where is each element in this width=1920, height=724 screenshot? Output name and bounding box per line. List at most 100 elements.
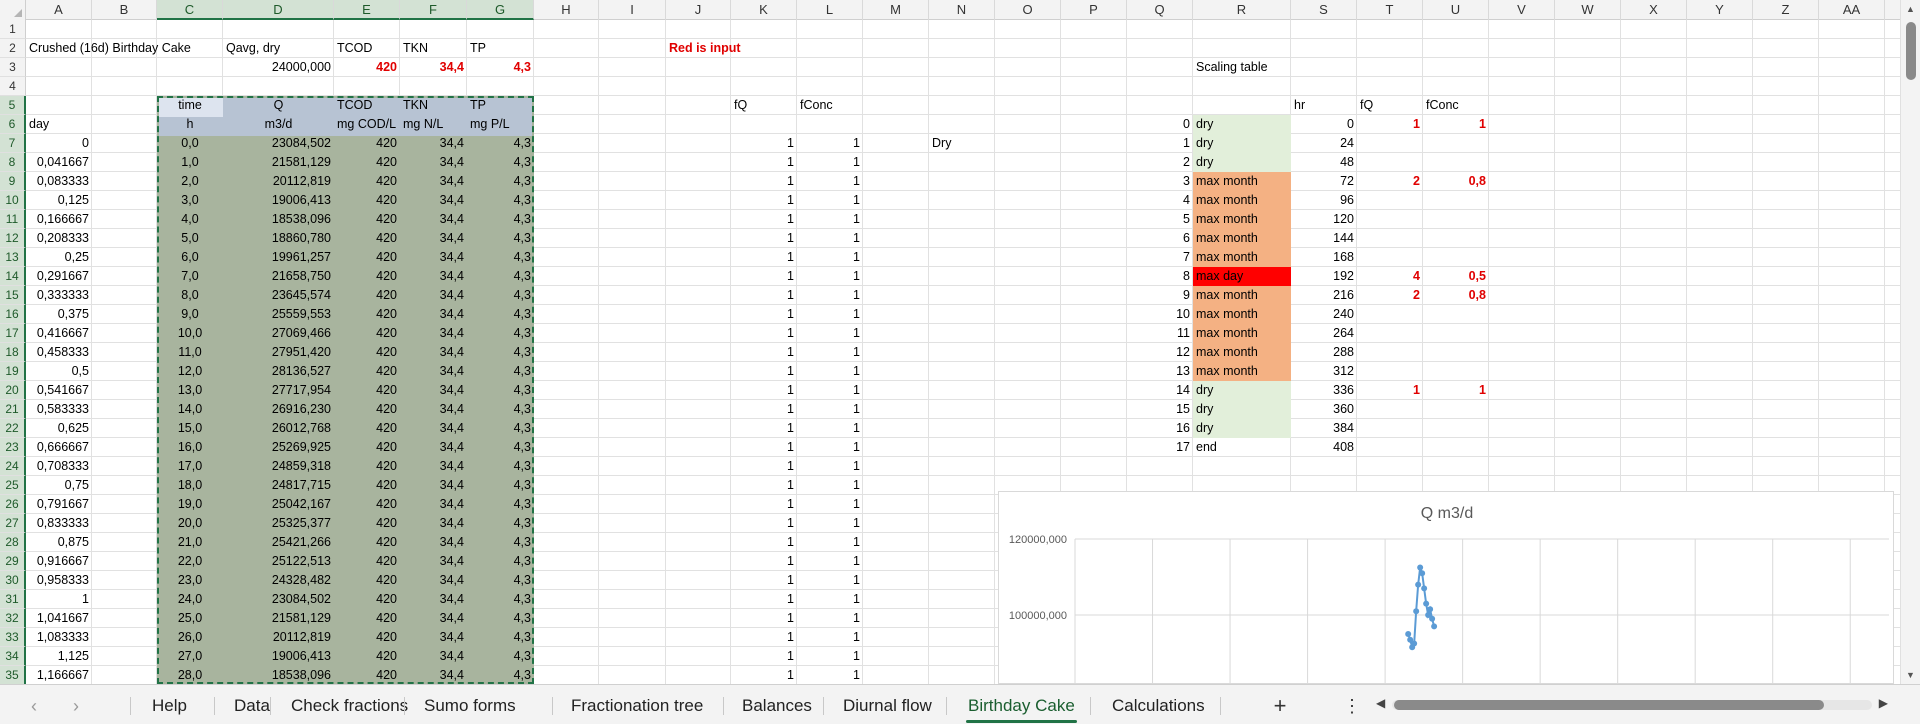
cell-qavg-value[interactable]: 24000,000 bbox=[223, 58, 334, 77]
cell-fconc-14[interactable]: 1 bbox=[797, 267, 863, 286]
column-header-y[interactable]: Y bbox=[1687, 0, 1753, 20]
tab-check-fractions[interactable]: Check fractions bbox=[289, 693, 410, 719]
cell-day-14[interactable]: 0,291667 bbox=[26, 267, 92, 286]
row-header-17[interactable]: 17 bbox=[0, 324, 26, 343]
scaling-index-14[interactable]: 14 bbox=[1127, 381, 1193, 400]
column-header-z[interactable]: Z bbox=[1753, 0, 1819, 20]
scaling-fconc-14[interactable]: 1 bbox=[1423, 381, 1489, 400]
cell-q-16[interactable]: 25559,553 bbox=[223, 305, 334, 324]
row-header-26[interactable]: 26 bbox=[0, 495, 26, 514]
cell-q-10[interactable]: 19006,413 bbox=[223, 191, 334, 210]
cell-tkn-16[interactable]: 34,4 bbox=[400, 305, 467, 324]
cell-day-32[interactable]: 1,041667 bbox=[26, 609, 92, 628]
cell-tkn-value[interactable]: 34,4 bbox=[400, 58, 467, 77]
cell-tcod-28[interactable]: 420 bbox=[334, 533, 400, 552]
cell-fq-16[interactable]: 1 bbox=[731, 305, 797, 324]
cell-fq-22[interactable]: 1 bbox=[731, 419, 797, 438]
cell-time-30[interactable]: 23,0 bbox=[157, 571, 223, 590]
scroll-down-icon[interactable]: ▼ bbox=[1906, 670, 1915, 680]
scaling-period-17[interactable]: end bbox=[1193, 438, 1291, 457]
column-header-n[interactable]: N bbox=[929, 0, 995, 20]
cell-tcod-7[interactable]: 420 bbox=[334, 134, 400, 153]
scaling-hr-16[interactable]: 384 bbox=[1291, 419, 1357, 438]
cell-tcod-24[interactable]: 420 bbox=[334, 457, 400, 476]
cell-day-12[interactable]: 0,208333 bbox=[26, 229, 92, 248]
cell-fq-19[interactable]: 1 bbox=[731, 362, 797, 381]
cell-tkn-26[interactable]: 34,4 bbox=[400, 495, 467, 514]
cell-day-23[interactable]: 0,666667 bbox=[26, 438, 92, 457]
cell-tp-9[interactable]: 4,3 bbox=[467, 172, 534, 191]
cell-q-21[interactable]: 26916,230 bbox=[223, 400, 334, 419]
cell-day-19[interactable]: 0,5 bbox=[26, 362, 92, 381]
cell-fq-21[interactable]: 1 bbox=[731, 400, 797, 419]
cell-fq-7[interactable]: 1 bbox=[731, 134, 797, 153]
column-header-m[interactable]: M bbox=[863, 0, 929, 20]
column-header-w[interactable]: W bbox=[1555, 0, 1621, 20]
cell-day-15[interactable]: 0,333333 bbox=[26, 286, 92, 305]
scaling-fq-9[interactable]: 2 bbox=[1357, 286, 1423, 305]
scaling-fq-3[interactable]: 2 bbox=[1357, 172, 1423, 191]
row-header-32[interactable]: 32 bbox=[0, 609, 26, 628]
cell-fq-17[interactable]: 1 bbox=[731, 324, 797, 343]
cell-tp-27[interactable]: 4,3 bbox=[467, 514, 534, 533]
scaling-hr-15[interactable]: 360 bbox=[1291, 400, 1357, 419]
cell-fconc-12[interactable]: 1 bbox=[797, 229, 863, 248]
cell-time-27[interactable]: 20,0 bbox=[157, 514, 223, 533]
cell-tp-25[interactable]: 4,3 bbox=[467, 476, 534, 495]
cell-q-29[interactable]: 25122,513 bbox=[223, 552, 334, 571]
cell-q-15[interactable]: 23645,574 bbox=[223, 286, 334, 305]
row-header-2[interactable]: 2 bbox=[0, 39, 26, 58]
cell-tp-value[interactable]: 4,3 bbox=[467, 58, 534, 77]
cell-fq-31[interactable]: 1 bbox=[731, 590, 797, 609]
cell-tp-30[interactable]: 4,3 bbox=[467, 571, 534, 590]
cell-tkn-21[interactable]: 34,4 bbox=[400, 400, 467, 419]
column-header-g[interactable]: G bbox=[467, 0, 534, 20]
cell-tp-18[interactable]: 4,3 bbox=[467, 343, 534, 362]
cell-tcod-31[interactable]: 420 bbox=[334, 590, 400, 609]
row-header-14[interactable]: 14 bbox=[0, 267, 26, 286]
cell-q-9[interactable]: 20112,819 bbox=[223, 172, 334, 191]
cell-tcod-11[interactable]: 420 bbox=[334, 210, 400, 229]
cell-q-19[interactable]: 28136,527 bbox=[223, 362, 334, 381]
cell-tkn-28[interactable]: 34,4 bbox=[400, 533, 467, 552]
cell-q-35[interactable]: 18538,096 bbox=[223, 666, 334, 684]
cell-tkn-30[interactable]: 34,4 bbox=[400, 571, 467, 590]
cell-scaling-hr-label[interactable]: hr bbox=[1291, 96, 1357, 115]
scaling-fconc-9[interactable]: 0,8 bbox=[1423, 286, 1489, 305]
cell-tcod-30[interactable]: 420 bbox=[334, 571, 400, 590]
horizontal-scroll-thumb[interactable] bbox=[1394, 700, 1824, 710]
tab-diurnal-flow[interactable]: Diurnal flow bbox=[841, 693, 934, 719]
cell-fq-8[interactable]: 1 bbox=[731, 153, 797, 172]
scaling-index-7[interactable]: 7 bbox=[1127, 248, 1193, 267]
chevron-right-icon[interactable]: › bbox=[64, 693, 88, 719]
row-header-19[interactable]: 19 bbox=[0, 362, 26, 381]
cell-tp-24[interactable]: 4,3 bbox=[467, 457, 534, 476]
cell-tp-28[interactable]: 4,3 bbox=[467, 533, 534, 552]
scaling-hr-14[interactable]: 336 bbox=[1291, 381, 1357, 400]
cell-tp-label[interactable]: TP bbox=[467, 39, 534, 58]
cell-fconc-35[interactable]: 1 bbox=[797, 666, 863, 684]
scaling-index-12[interactable]: 12 bbox=[1127, 343, 1193, 362]
cell-tkn-11[interactable]: 34,4 bbox=[400, 210, 467, 229]
cell-tkn-9[interactable]: 34,4 bbox=[400, 172, 467, 191]
cell-fq-9[interactable]: 1 bbox=[731, 172, 797, 191]
cell-tcod-8[interactable]: 420 bbox=[334, 153, 400, 172]
cell-tcod-13[interactable]: 420 bbox=[334, 248, 400, 267]
row-header-15[interactable]: 15 bbox=[0, 286, 26, 305]
scaling-period-4[interactable]: max month bbox=[1193, 191, 1291, 210]
cell-q-28[interactable]: 25421,266 bbox=[223, 533, 334, 552]
cell-day-35[interactable]: 1,166667 bbox=[26, 666, 92, 684]
cell-tcod-15[interactable]: 420 bbox=[334, 286, 400, 305]
scaling-period-14[interactable]: dry bbox=[1193, 381, 1291, 400]
row-header-11[interactable]: 11 bbox=[0, 210, 26, 229]
cell-fconc-15[interactable]: 1 bbox=[797, 286, 863, 305]
cell-tkn-29[interactable]: 34,4 bbox=[400, 552, 467, 571]
scaling-index-16[interactable]: 16 bbox=[1127, 419, 1193, 438]
cell-fconc-23[interactable]: 1 bbox=[797, 438, 863, 457]
scaling-index-2[interactable]: 2 bbox=[1127, 153, 1193, 172]
cell-time-23[interactable]: 16,0 bbox=[157, 438, 223, 457]
cell-time-8[interactable]: 1,0 bbox=[157, 153, 223, 172]
row-header-22[interactable]: 22 bbox=[0, 419, 26, 438]
cell-tcod-34[interactable]: 420 bbox=[334, 647, 400, 666]
cell-day-27[interactable]: 0,833333 bbox=[26, 514, 92, 533]
